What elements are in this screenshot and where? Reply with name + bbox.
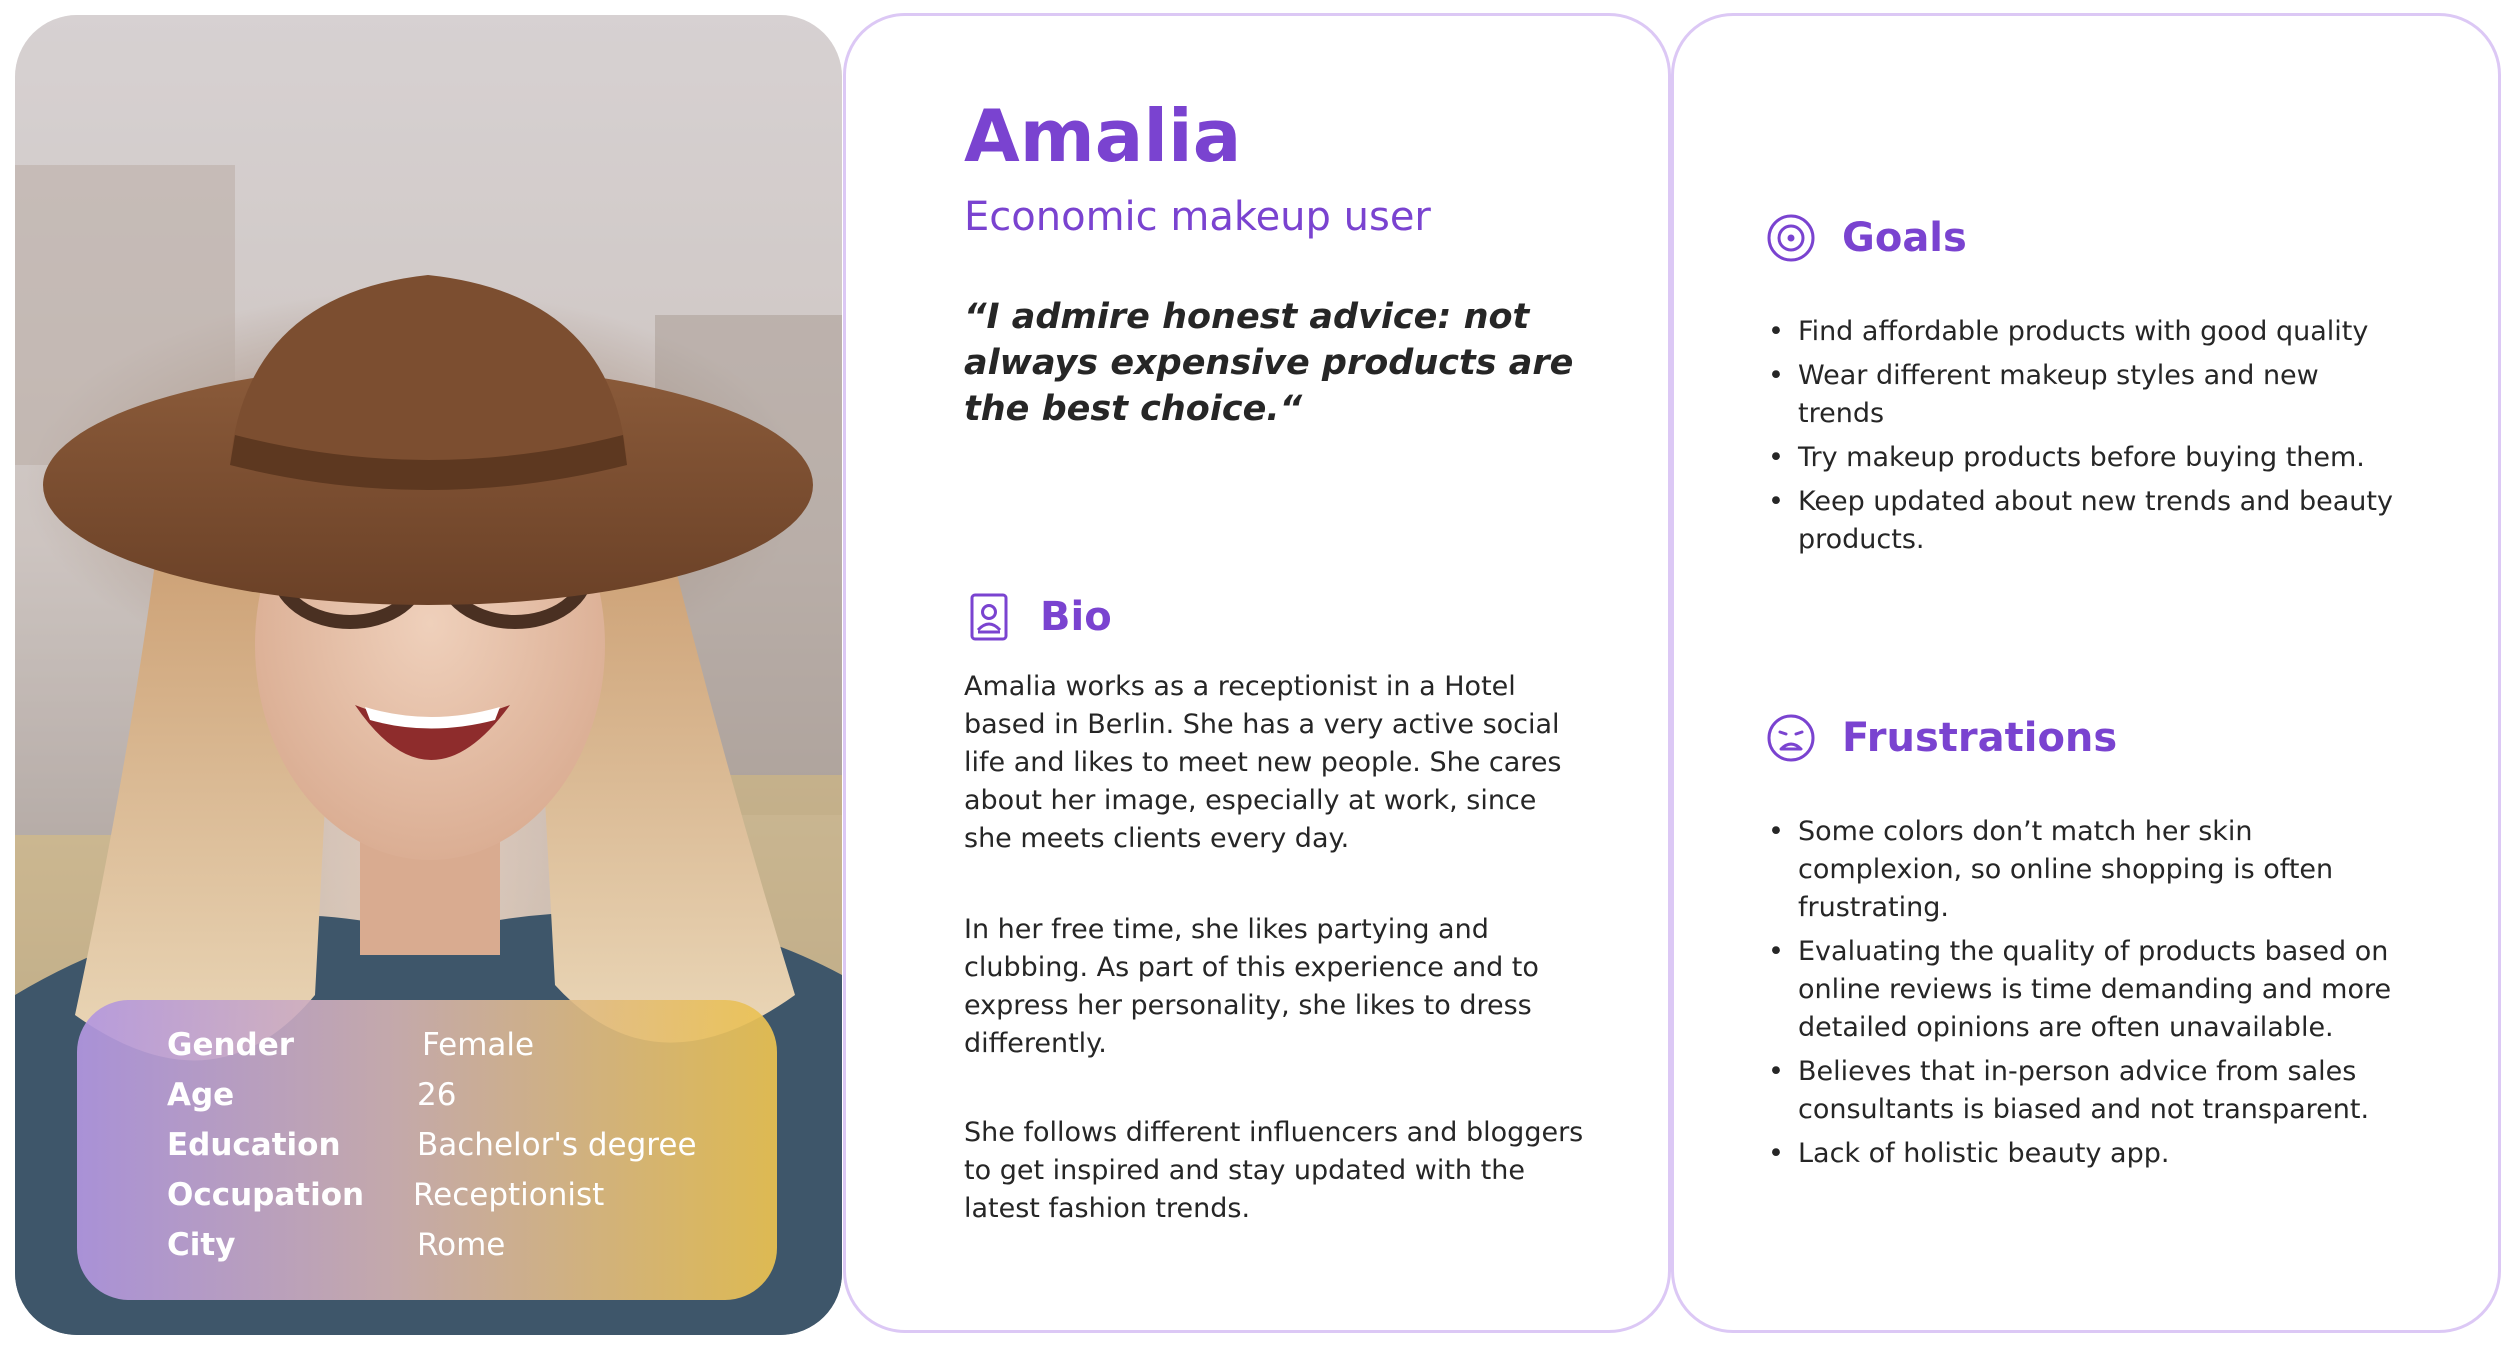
info-row-age: Age 26 xyxy=(77,1077,777,1127)
persona-summary-card: Amalia Economic makeup user “I admire ho… xyxy=(843,13,1671,1333)
profile-card-icon xyxy=(970,593,1008,641)
persona-role: Economic makeup user xyxy=(964,194,1431,240)
goal-item: Keep updated about new trends and beauty… xyxy=(1768,483,2408,559)
info-value: Rome xyxy=(417,1227,506,1263)
goal-item: Find affordable products with good quali… xyxy=(1768,313,2408,351)
persona-photo-card: Gender Female Age 26 Education Bachelor'… xyxy=(15,15,842,1335)
frustrations-list: Some colors don’t match her skin complex… xyxy=(1768,813,2408,1179)
info-row-city: City Rome xyxy=(77,1227,777,1277)
info-label: Gender xyxy=(167,1027,295,1063)
info-value: Bachelor's degree xyxy=(417,1127,697,1163)
info-value: Receptionist xyxy=(413,1177,605,1213)
bio-title: Bio xyxy=(1040,594,1112,640)
info-label: Occupation xyxy=(167,1177,365,1213)
info-label: City xyxy=(167,1227,236,1263)
bio-header: Bio xyxy=(964,592,1112,642)
frustration-item: Believes that in-person advice from sale… xyxy=(1768,1053,2408,1129)
frustration-item: Evaluating the quality of products based… xyxy=(1768,933,2408,1047)
frustration-item: Lack of holistic beauty app. xyxy=(1768,1135,2408,1173)
info-label: Education xyxy=(167,1127,341,1163)
goal-item: Try makeup products before buying them. xyxy=(1768,439,2408,477)
info-value: Female xyxy=(422,1027,535,1063)
info-row-education: Education Bachelor's degree xyxy=(77,1127,777,1177)
info-row-gender: Gender Female xyxy=(77,1027,777,1077)
frustrations-title: Frustrations xyxy=(1842,715,2118,761)
frustrations-header: Frustrations xyxy=(1766,713,2117,763)
target-icon xyxy=(1767,214,1815,262)
frustration-item: Some colors don’t match her skin complex… xyxy=(1768,813,2408,927)
sad-face-icon xyxy=(1767,714,1815,762)
goals-frustrations-card: Goals Find affordable products with good… xyxy=(1671,13,2501,1333)
goals-title: Goals xyxy=(1842,215,1967,261)
goal-item: Wear different makeup styles and new tre… xyxy=(1768,357,2408,433)
info-label: Age xyxy=(167,1077,235,1113)
persona-name: Amalia xyxy=(964,94,1242,178)
info-row-occupation: Occupation Receptionist xyxy=(77,1177,777,1227)
bio-paragraph: In her free time, she likes partying and… xyxy=(964,914,1539,1059)
goals-list: Find affordable products with good quali… xyxy=(1768,313,2408,565)
info-value: 26 xyxy=(417,1077,457,1113)
goals-header: Goals xyxy=(1766,213,1967,263)
bio-paragraph: She follows different influencers and bl… xyxy=(964,1117,1584,1224)
persona-quote: “I admire honest advice: not always expe… xyxy=(964,297,1574,429)
bio-paragraph: Amalia works as a receptionist in a Hote… xyxy=(964,671,1562,854)
demographics-panel: Gender Female Age 26 Education Bachelor'… xyxy=(77,1000,777,1300)
